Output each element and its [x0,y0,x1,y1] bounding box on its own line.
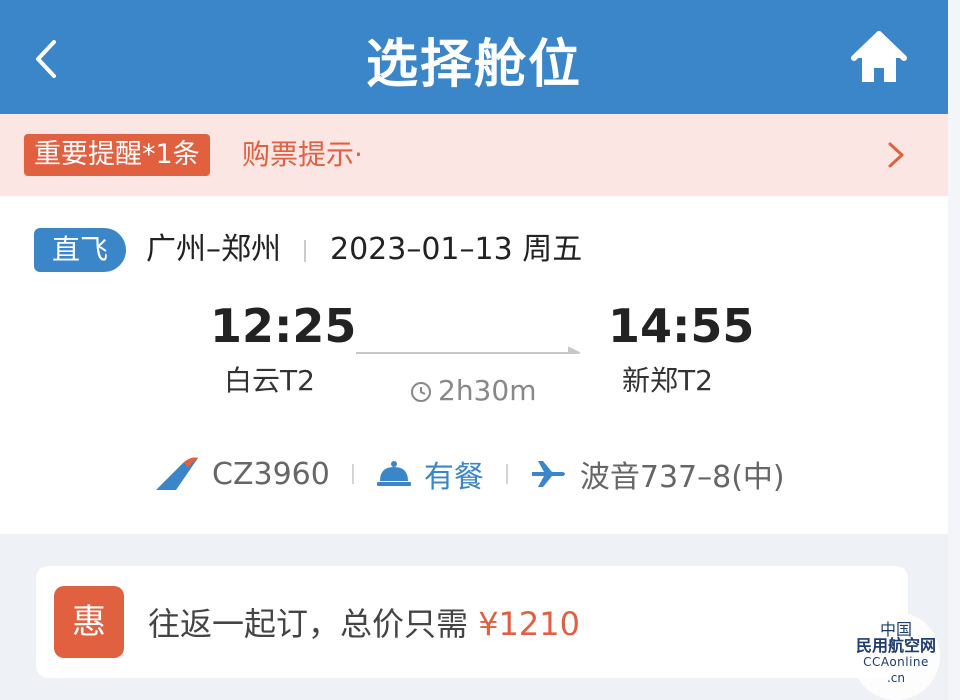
right-edge [948,0,960,700]
flight-date: 2023–01–13 周五 [330,232,583,267]
promo-text: 往返一起订，总价只需 ¥1210 [148,604,580,644]
promo-price: ¥1210 [478,605,580,643]
clock-icon [411,382,431,402]
airline-logo-icon [156,457,198,490]
departure-time: 12:25 [210,299,357,353]
direct-flight-tag: 直飞 [34,228,126,272]
watermark-line3: CCAonline [863,655,929,669]
watermark-line2: 民用航空网 [855,636,936,655]
important-notice-bar[interactable]: 重要提醒*1条 购票提示· [0,114,948,196]
arrival-time: 14:55 [608,299,755,353]
arrival-terminal: 新郑T2 [622,364,713,397]
divider [505,464,508,484]
aircraft-type: 波音737–8(中) [579,460,785,495]
flight-number: CZ3960 [212,456,330,492]
round-trip-promo-card[interactable]: 惠 往返一起订，总价只需 ¥1210 [36,566,908,678]
flight-details-row: CZ3960 有餐 波音737–8(中) [154,452,785,496]
notice-text: 购票提示· [242,138,363,171]
discount-badge: 惠 [54,586,124,658]
watermark-line4: .cn [886,671,906,685]
ccaonline-watermark: 中国 民用航空网 CCAonline .cn [852,612,940,700]
departure-terminal: 白云T2 [224,364,315,397]
promo-message: 往返一起订，总价只需 [148,605,469,643]
home-icon[interactable] [850,30,908,86]
flight-duration: 2h30m [410,374,536,408]
route-arrow-icon [356,346,581,354]
airplane-icon [531,461,565,487]
notice-badge: 重要提醒*1条 [24,134,210,176]
duration-text: 2h30m [438,374,537,407]
top-nav-bar: 选择舱位 [0,0,948,114]
divider [351,464,354,484]
meal-text: 有餐 [423,460,484,495]
page-title: 选择舱位 [365,35,582,95]
meal-icon [376,461,411,486]
chevron-right-icon[interactable] [884,140,908,170]
route-divider [304,240,306,262]
route-text: 广州–郑州 [146,232,281,267]
flight-info-card: 直飞 广州–郑州 2023–01–13 周五 12:25 白云T2 2h30m … [0,196,948,534]
